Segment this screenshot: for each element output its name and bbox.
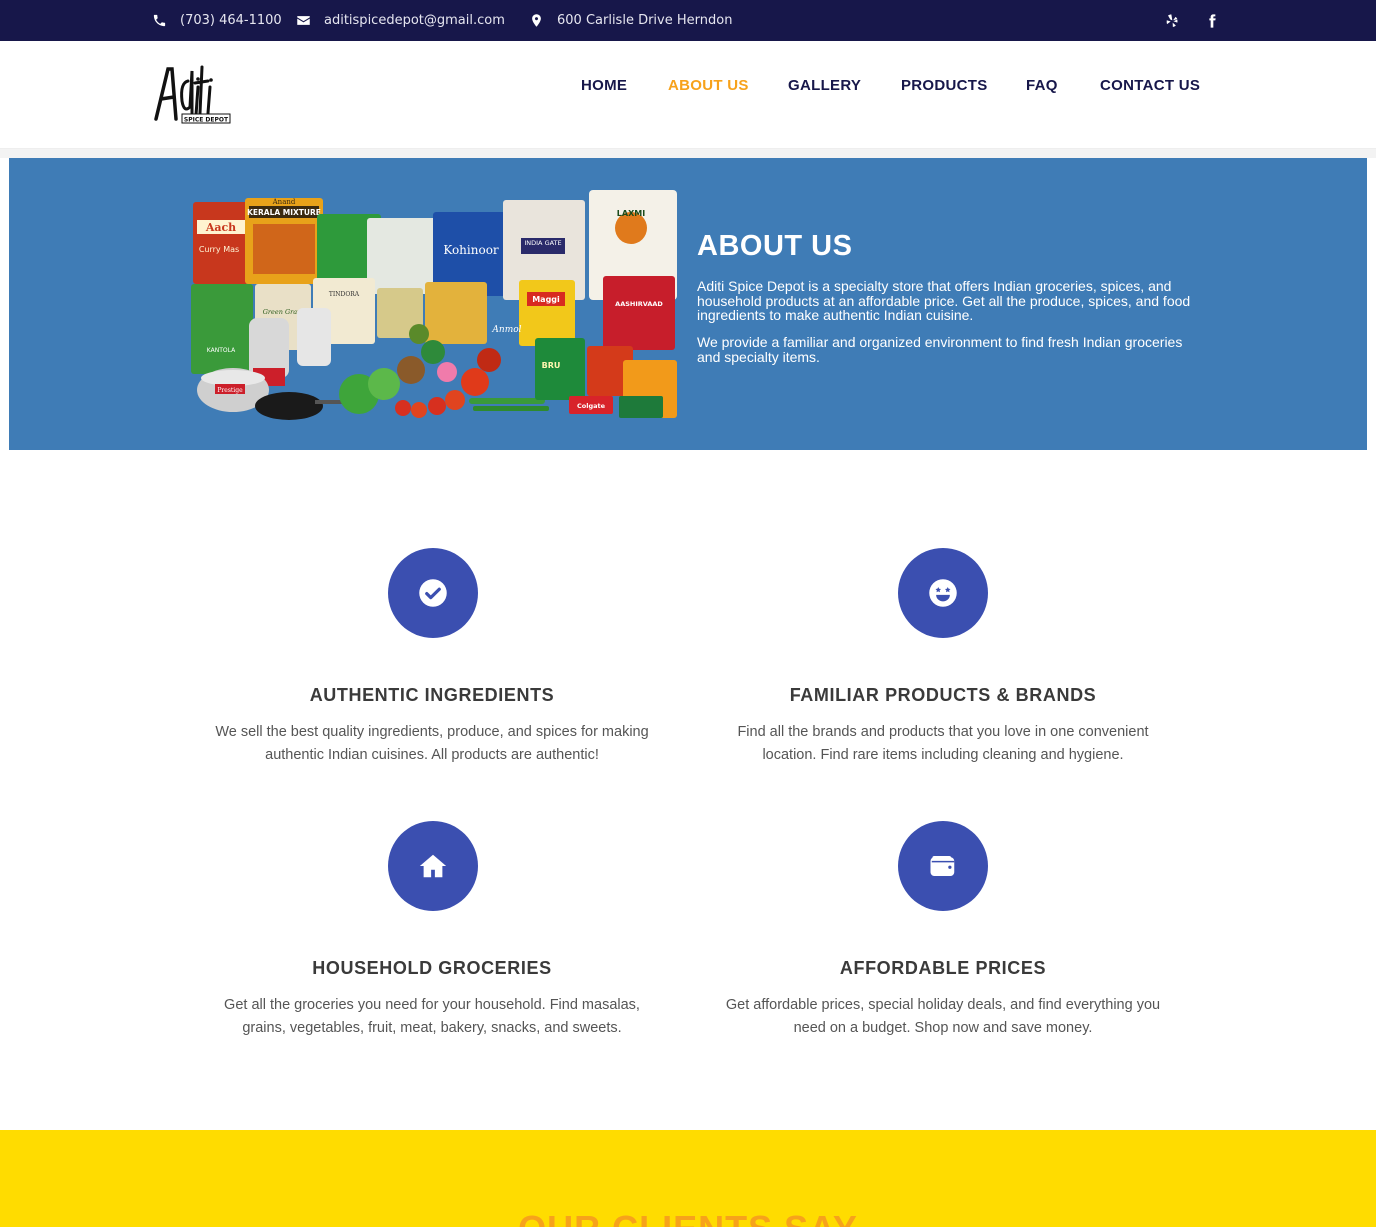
nav-products[interactable]: PRODUCTS [901, 77, 988, 94]
address-text: 600 Carlisle Drive Herndon [557, 13, 733, 28]
grin-stars-icon [929, 579, 957, 607]
about-title: ABOUT US [697, 230, 853, 262]
feature-icon-circle [898, 821, 988, 911]
envelope-icon [294, 12, 312, 30]
svg-text:Colgate: Colgate [577, 402, 606, 410]
feature-icon-circle [388, 821, 478, 911]
svg-text:Anmol: Anmol [491, 325, 521, 335]
svg-text:Prestige: Prestige [217, 387, 243, 394]
groceries-image: Aach Curry Mas KERALA MIXTURE Anand Kohi… [189, 184, 681, 424]
nav-about-us[interactable]: ABOUT US [668, 77, 749, 94]
email-address: aditispicedepot@gmail.com [324, 13, 505, 28]
home-icon [419, 854, 447, 878]
svg-text:TINDORA: TINDORA [329, 291, 360, 298]
svg-text:BRU: BRU [542, 361, 561, 370]
feature-icon-circle [388, 548, 478, 638]
svg-text:Curry Mas: Curry Mas [199, 245, 239, 254]
about-paragraph-1: Aditi Spice Depot is a specialty store t… [697, 278, 1191, 323]
address-contact[interactable]: 600 Carlisle Drive Herndon [527, 0, 732, 41]
brand-logo[interactable]: SPICE DEPOT [150, 61, 234, 129]
about-paragraph-2: We provide a familiar and organized envi… [697, 334, 1183, 365]
svg-text:KERALA MIXTURE: KERALA MIXTURE [247, 208, 321, 217]
feature-description: Get all the groceries you need for your … [224, 997, 640, 1036]
feature-title: FAMILIAR PRODUCTS & BRANDS [789, 685, 1097, 705]
facebook-icon [1209, 13, 1216, 28]
feature-description: Find all the brands and products that yo… [737, 724, 1149, 763]
phone-icon [150, 12, 168, 30]
yelp-link[interactable] [1164, 0, 1180, 41]
logo-subtext: SPICE DEPOT [184, 117, 229, 124]
nav-gallery[interactable]: GALLERY [788, 77, 861, 94]
feature-title: HOUSEHOLD GROCERIES [312, 958, 552, 978]
feature-icon-circle [898, 548, 988, 638]
svg-text:INDIA GATE: INDIA GATE [524, 239, 561, 247]
wallet-icon [930, 856, 955, 876]
svg-text:LAXMI: LAXMI [617, 209, 645, 218]
phone-contact[interactable]: (703) 464-1100 [150, 0, 282, 41]
nav-contact-us[interactable]: CONTACT US [1100, 77, 1200, 94]
feature-title: AFFORDABLE PRICES [839, 958, 1047, 978]
feature-title: AUTHENTIC INGREDIENTS [309, 685, 555, 705]
top-bar: (703) 464-1100 aditispicedepot@gmail.com… [0, 0, 1376, 41]
phone-number: (703) 464-1100 [180, 13, 282, 28]
email-contact[interactable]: aditispicedepot@gmail.com [294, 0, 505, 41]
check-circle-icon [419, 579, 447, 607]
svg-text:Maggi: Maggi [532, 295, 560, 304]
nav-faq[interactable]: FAQ [1026, 77, 1058, 94]
svg-text:Aach: Aach [205, 221, 236, 234]
svg-text:KANTOLA: KANTOLA [207, 347, 236, 354]
svg-text:AASHIRVAAD: AASHIRVAAD [615, 300, 663, 308]
svg-text:Kohinoor: Kohinoor [443, 243, 499, 257]
facebook-link[interactable] [1204, 0, 1220, 41]
testimonials-title: OUR CLIENTS SAY [0, 1208, 1376, 1227]
map-marker-icon [527, 12, 545, 30]
testimonials-section: OUR CLIENTS SAY [0, 1130, 1376, 1227]
feature-description: Get affordable prices, special holiday d… [725, 997, 1161, 1036]
svg-text:Anand: Anand [272, 198, 296, 206]
yelp-icon [1166, 13, 1178, 27]
feature-description: We sell the best quality ingredients, pr… [215, 724, 649, 763]
header-divider [0, 149, 1376, 158]
nav-home[interactable]: HOME [581, 77, 627, 94]
site-header: SPICE DEPOT HOME ABOUT US GALLERY PRODUC… [0, 41, 1376, 149]
about-hero: Aach Curry Mas KERALA MIXTURE Anand Kohi… [9, 158, 1367, 450]
